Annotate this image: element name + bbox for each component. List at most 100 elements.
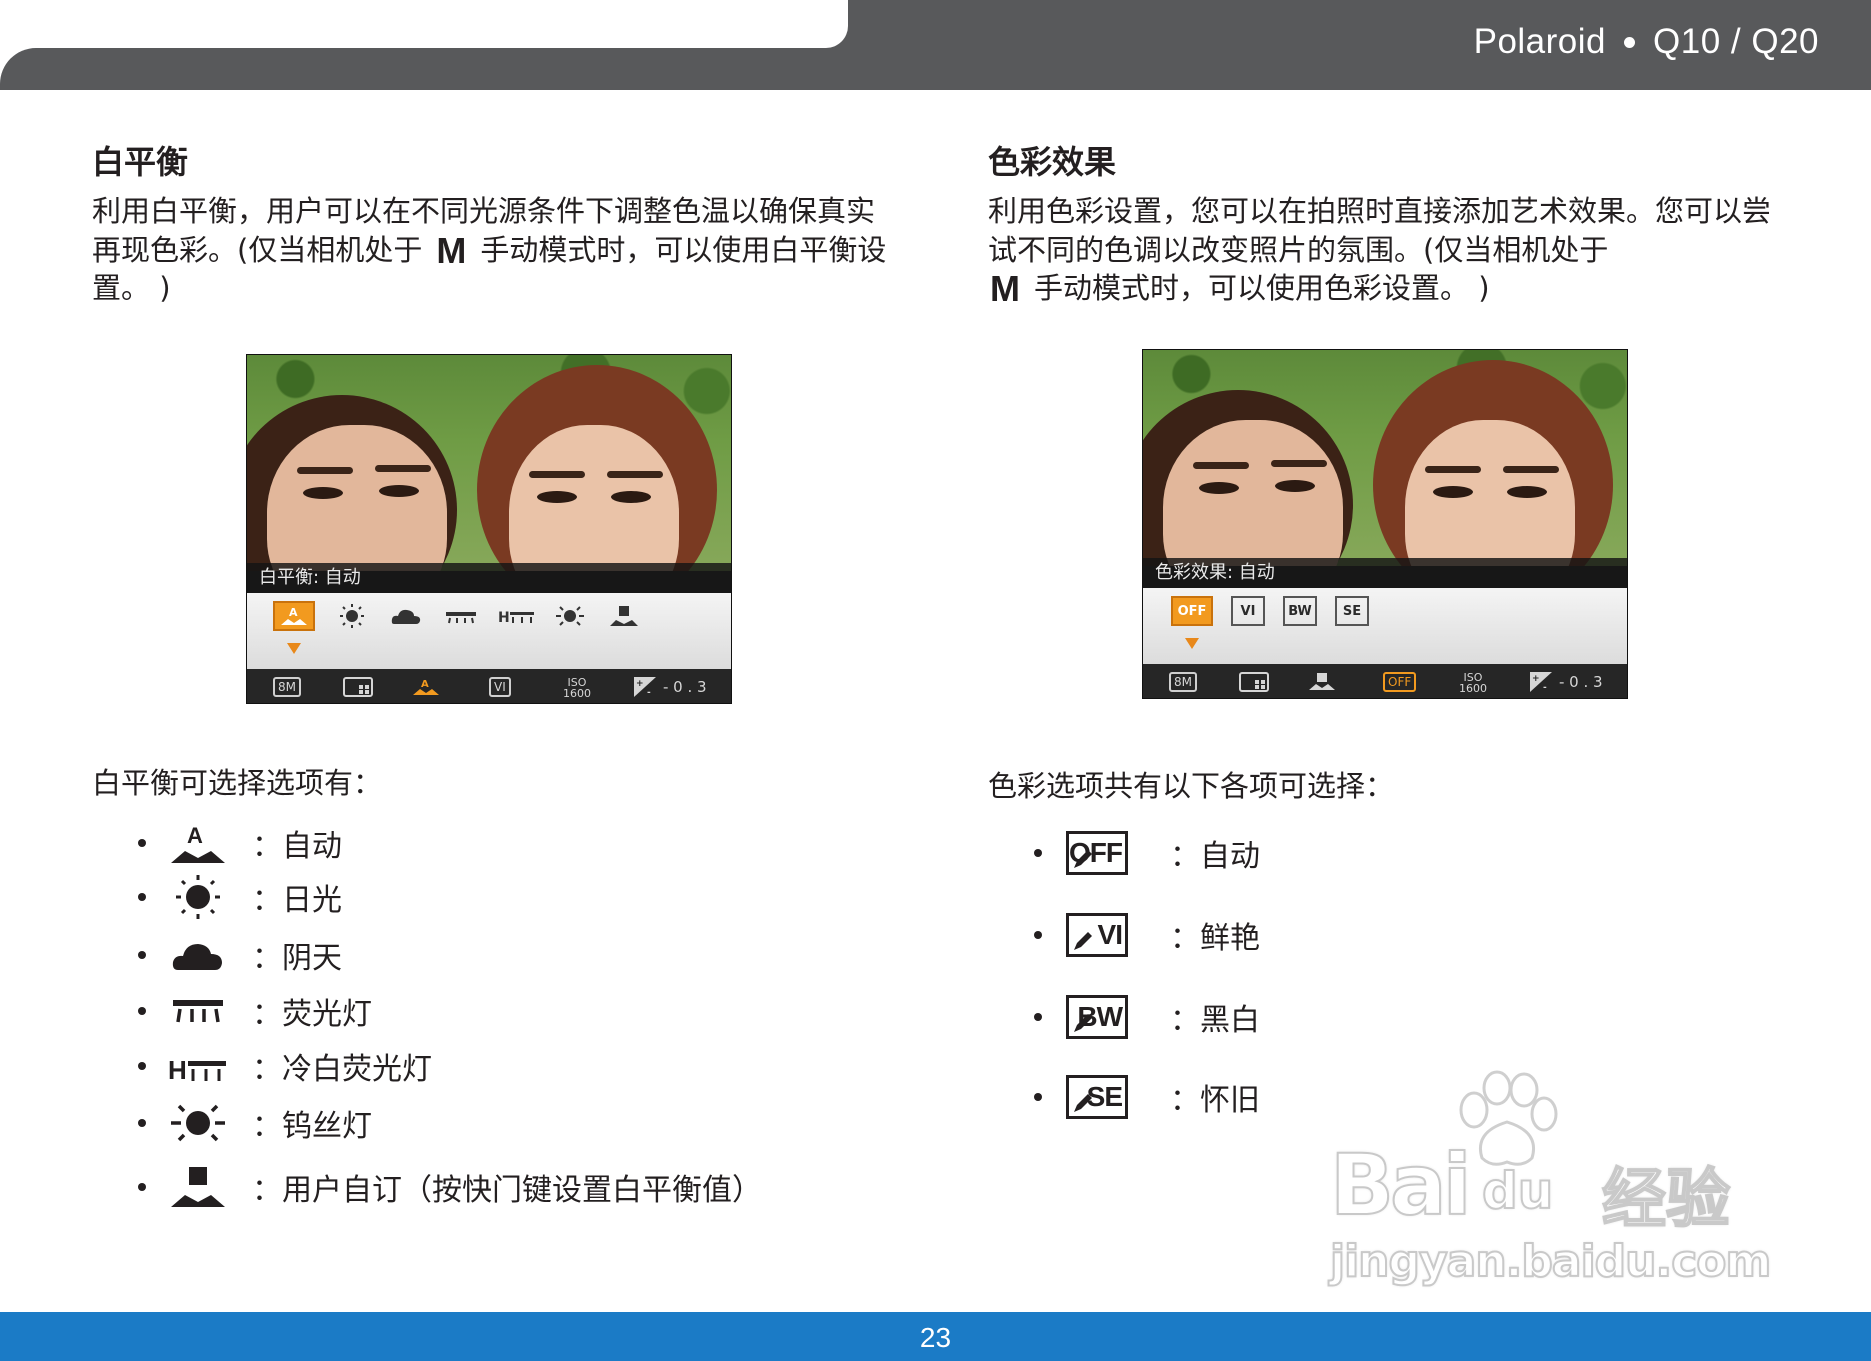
fluorescent-h-icon: H (168, 1041, 228, 1091)
quality-icon (343, 675, 373, 699)
list-item: ：日光 (138, 872, 342, 922)
watermark-brand: Bai (1329, 1135, 1472, 1235)
color-option-strip: OFF VI BW SE (1143, 588, 1627, 664)
color-bw-option[interactable]: BW (1283, 596, 1317, 626)
white-balance-description: 利用白平衡，用户可以在不同光源条件下调整色温以确保真实再现色彩。(仅当相机处于 M… (92, 192, 892, 308)
wb-option-label: ：钨丝灯 (252, 1109, 372, 1144)
color-off-icon: OFF (1064, 828, 1130, 878)
ce-desc-part2: 手动模式时，可以使用色彩设置。 ) (1034, 271, 1490, 305)
screen-setting-label: 色彩效果: 自动 (1143, 558, 1627, 588)
header-bar: Polaroid Q10 / Q20 (0, 0, 1871, 90)
color-vivid-icon: VI (1064, 910, 1130, 960)
bullet (138, 1007, 146, 1015)
list-item: BW ：黑白 (1034, 992, 1260, 1042)
list-item: ：用户自订（按快门键设置白平衡值） (138, 1162, 762, 1212)
white-balance-title: 白平衡 (92, 143, 189, 181)
wb-option-label: ：阴天 (252, 941, 342, 976)
list-item: VI ：鲜艳 (1034, 910, 1260, 960)
wb-option-label: ：冷白荧光灯 (252, 1052, 432, 1087)
color-option-label: ：自动 (1170, 839, 1260, 874)
custom-wb-icon[interactable] (607, 601, 641, 631)
color-sepia-option[interactable]: SE (1335, 596, 1369, 626)
fluorescent-h-icon[interactable]: H (497, 601, 537, 631)
bullet (1034, 849, 1042, 857)
color-effect-title: 色彩效果 (988, 143, 1117, 181)
list-item: ：荧光灯 (138, 986, 372, 1036)
list-item: A ：自动 (138, 818, 342, 868)
color-status-icon: OFF (1383, 670, 1417, 694)
header-tab (0, 0, 848, 48)
bullet (138, 1119, 146, 1127)
bullet (138, 839, 146, 847)
daylight-sun-icon[interactable] (337, 601, 367, 631)
watermark-suffix: 经验 (1601, 1162, 1731, 1238)
daylight-sun-icon (168, 872, 228, 922)
header-tab-curve (0, 48, 60, 90)
wb-option-label: ：用户自订（按快门键设置白平衡值） (252, 1173, 762, 1208)
color-option-label: ：鲜艳 (1170, 921, 1260, 956)
color-off-option[interactable]: OFF (1171, 596, 1213, 626)
color-sepia-icon: SE (1064, 1072, 1130, 1122)
svg-text:H: H (498, 610, 510, 626)
awb-auto-icon: A (168, 818, 228, 868)
footer-bar: 23 (0, 1312, 1871, 1361)
color-effect-list-title: 色彩选项共有以下各项可选择： (988, 769, 1395, 803)
wb-option-strip: A H (247, 593, 731, 669)
custom-wb-status-icon (1307, 670, 1337, 694)
status-strip: 8M A VI ISO 1600 + - - 0 . 3 (247, 669, 731, 703)
image-size-icon: 8M (1169, 670, 1197, 694)
ev-status: + - - 0 . 3 (634, 677, 707, 698)
quality-icon (1239, 670, 1269, 694)
separator-dot (1624, 36, 1636, 48)
model-name: Q10 / Q20 (1653, 22, 1819, 61)
fluorescent-icon[interactable] (443, 601, 479, 631)
watermark-du: du (1481, 1161, 1554, 1221)
white-balance-list-title: 白平衡可选择选项有： (92, 766, 383, 800)
svg-text:-: - (647, 688, 651, 698)
bullet (138, 1183, 146, 1191)
iso-status: ISO 1600 (563, 676, 591, 700)
iso-status: ISO 1600 (1459, 671, 1487, 695)
awb-auto-icon[interactable]: A (273, 601, 315, 631)
bullet (138, 893, 146, 901)
list-item: OFF ：自动 (1034, 828, 1260, 878)
paw-icon (1459, 1070, 1558, 1166)
brand-name: Polaroid (1473, 22, 1607, 61)
white-balance-section: 白平衡 利用白平衡，用户可以在不同光源条件下调整色温以确保真实再现色彩。(仅当相… (92, 140, 892, 308)
wb-status-icon: A (411, 675, 441, 699)
wb-option-label: ：日光 (252, 883, 342, 918)
fluorescent-icon (168, 986, 228, 1036)
tungsten-icon (168, 1098, 228, 1148)
page-number: 23 (919, 1322, 952, 1353)
color-effect-description: 利用色彩设置，您可以在拍照时直接添加艺术效果。您可以尝试不同的色调以改变照片的氛… (988, 192, 1788, 308)
svg-text:+: + (636, 679, 644, 689)
manual-mode-icon: M (436, 229, 467, 271)
svg-text:+: + (1532, 674, 1540, 684)
screen-setting-label: 白平衡: 自动 (247, 563, 731, 593)
tungsten-icon[interactable] (553, 601, 587, 631)
color-option-label: ：黑白 (1170, 1003, 1260, 1038)
wb-option-label: ：荧光灯 (252, 997, 372, 1032)
svg-text:H: H (168, 1055, 187, 1083)
selection-arrow-icon (1185, 638, 1199, 649)
bullet (1034, 931, 1042, 939)
wb-option-label: ：自动 (252, 829, 342, 864)
cloudy-icon (168, 930, 228, 980)
list-item: SE ：怀旧 (1034, 1072, 1260, 1122)
manual-mode-icon: M (990, 268, 1020, 309)
status-strip: 8M OFF ISO 1600 + - - 0 . 3 (1143, 664, 1627, 698)
selection-arrow-icon (287, 643, 301, 654)
baidu-watermark: Bai du 经验 jingyan.baidu.com (1329, 1070, 1772, 1290)
list-item: ：钨丝灯 (138, 1098, 372, 1148)
cloudy-icon[interactable] (389, 601, 423, 631)
image-size-icon: 8M (273, 675, 301, 699)
sample-photo (247, 355, 731, 571)
svg-text:-: - (1543, 683, 1547, 693)
bullet (138, 951, 146, 959)
color-effect-section: 色彩效果 利用色彩设置，您可以在拍照时直接添加艺术效果。您可以尝试不同的色调以改… (988, 140, 1788, 308)
custom-wb-icon (168, 1162, 228, 1212)
list-item: ：阴天 (138, 930, 342, 980)
color-vivid-option[interactable]: VI (1231, 596, 1265, 626)
ev-status: + - - 0 . 3 (1530, 672, 1603, 693)
svg-text:A: A (289, 606, 298, 619)
